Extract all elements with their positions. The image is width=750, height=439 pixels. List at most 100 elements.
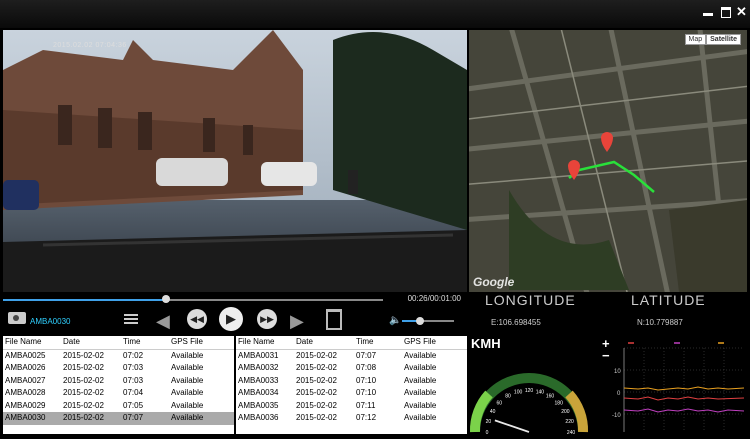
gauge-tick-label: 20 [486,419,492,425]
volume-slider[interactable] [402,317,454,325]
table-cell: 07:10 [356,375,377,385]
table-cell: AMBA0034 [238,388,279,397]
gauge-tick-label: 180 [555,400,564,406]
gauge-tick-label: 140 [536,389,545,395]
gauge-tick-label: 160 [546,394,555,400]
longitude-value: E:106.698455 [491,318,541,327]
table-cell: 2015-02-02 [63,363,104,372]
seek-handle[interactable] [162,295,171,303]
table-cell: 07:11 [356,400,376,410]
table-cell: 2015-02-02 [63,350,104,360]
file-list-left: File Name Date Time GPS File AMBA0025 201… [3,336,234,434]
current-file-label: AMBA0030 [30,317,71,326]
fast-forward-button[interactable]: ▶▶ [257,309,277,329]
map-type-tabs: Map Satellite [684,34,741,45]
tab-map[interactable]: Map [684,34,707,45]
player-controls: AMBA0030 ◀ ◀◀ ▶ ▶▶ ▶ 🔈 [0,307,467,335]
latitude-label: LATITUDE [631,292,706,308]
table-cell: Available [404,350,437,360]
table-header: File Name Date Time GPS File [236,336,467,350]
gauge-tick-label: 60 [497,400,503,406]
latitude-value: N:10.779887 [637,318,683,327]
video-player[interactable]: 2015.02.02 07:04:36 [3,30,467,292]
table-cell: AMBA0028 [5,388,46,397]
maximize-button[interactable] [720,6,732,18]
table-row[interactable]: AMBA0029 2015-02-02 07:05 Available [3,400,234,413]
table-row[interactable]: AMBA0027 2015-02-02 07:03 Available [3,375,234,388]
table-cell: Available [171,375,204,385]
next-arrow-icon[interactable]: ▶ [290,311,304,332]
close-button[interactable]: ✕ [736,5,748,18]
table-cell: AMBA0029 [5,400,46,410]
speed-unit-label: KMH [471,336,501,351]
seek-bar[interactable]: 00:26/00:01:00 [3,294,467,306]
table-cell: 2015-02-02 [63,413,104,422]
table-cell: 07:05 [123,400,144,410]
table-row[interactable]: AMBA0035 2015-02-02 07:11 Available [236,400,467,413]
playlist-menu-button[interactable] [124,312,138,326]
speaker-icon[interactable]: 🔈 [389,315,401,326]
table-row[interactable]: AMBA0026 2015-02-02 07:03 Available [3,362,234,375]
table-cell: 07:02 [123,350,144,360]
table-row[interactable]: AMBA0030 2015-02-02 07:07 Available [3,412,234,425]
y-tick-label: -10 [612,413,621,419]
previous-arrow-icon[interactable]: ◀ [156,311,170,332]
delete-trash-icon[interactable] [326,309,342,330]
rewind-button[interactable]: ◀◀ [187,309,207,329]
table-cell: 2015-02-02 [296,350,337,360]
table-cell: 2015-02-02 [296,388,337,397]
camera-icon[interactable] [8,312,26,324]
table-cell: 2015-02-02 [296,400,337,410]
table-cell: AMBA0026 [5,363,46,372]
gauge-tick-label: 240 [567,430,576,434]
gauge-tick-label: 120 [525,388,534,394]
video-frame [3,30,467,292]
table-row[interactable]: AMBA0031 2015-02-02 07:07 Available [236,350,467,363]
table-cell: 07:04 [123,388,144,397]
minimize-button[interactable] [702,6,714,18]
table-cell: AMBA0027 [5,375,46,385]
volume-handle[interactable] [416,317,425,325]
table-cell: AMBA0025 [5,350,46,360]
table-cell: Available [171,363,204,372]
map-panel[interactable]: Map Satellite Google [469,30,747,292]
table-cell: 07:03 [123,375,144,385]
table-cell: Available [404,400,437,410]
table-cell: Available [404,363,437,372]
play-button[interactable]: ▶ [219,307,243,331]
gsensor-graph: + − 10 0 -10 [598,336,747,434]
table-cell: 2015-02-02 [63,375,104,385]
title-bar: ✕ [0,0,750,28]
table-cell: 2015-02-02 [296,413,337,422]
gauge-tick-label: 0 [486,430,489,434]
satellite-map [469,30,747,292]
file-list-right: File Name Date Time GPS File AMBA0031 201… [236,336,467,434]
table-cell: 07:10 [356,388,377,397]
gauge-tick-label: 200 [561,409,570,415]
table-cell: Available [171,388,204,397]
table-row[interactable]: AMBA0032 2015-02-02 07:08 Available [236,362,467,375]
table-cell: AMBA0035 [238,400,279,410]
table-row[interactable]: AMBA0034 2015-02-02 07:10 Available [236,387,467,400]
table-cell: 07:08 [356,363,377,372]
timecode: 00:26/00:01:00 [407,294,461,303]
table-cell: Available [404,388,437,397]
table-cell: Available [404,413,437,422]
gauge-tick-label: 100 [514,389,523,395]
table-cell: Available [404,375,437,385]
y-tick-label: 10 [614,369,621,375]
gps-coordinates: LONGITUDE LATITUDE E:106.698455 N:10.779… [469,292,747,332]
longitude-label: LONGITUDE [485,292,576,308]
table-header: File Name Date Time GPS File [3,336,234,350]
gauge-tick-label: 40 [490,409,496,415]
table-row[interactable]: AMBA0033 2015-02-02 07:10 Available [236,375,467,388]
table-cell: Available [171,350,204,360]
table-cell: 2015-02-02 [63,388,104,397]
table-row[interactable]: AMBA0025 2015-02-02 07:02 Available [3,350,234,363]
table-cell: 07:07 [356,350,377,360]
table-cell: AMBA0032 [238,363,279,372]
table-row[interactable]: AMBA0028 2015-02-02 07:04 Available [3,387,234,400]
tab-satellite[interactable]: Satellite [706,34,741,45]
google-logo: Google [473,275,515,289]
table-row[interactable]: AMBA0036 2015-02-02 07:12 Available [236,412,467,425]
